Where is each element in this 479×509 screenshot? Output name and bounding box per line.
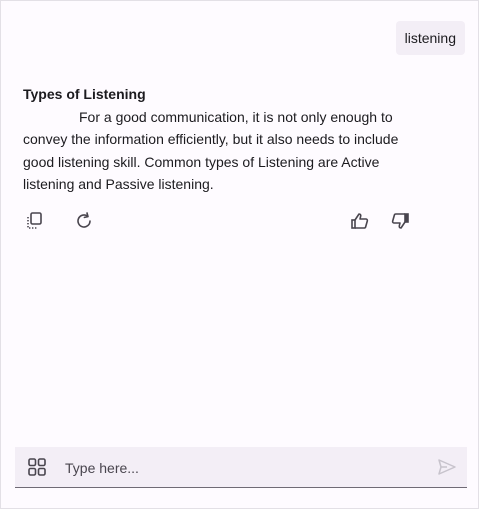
dislike-button[interactable] <box>389 210 411 232</box>
thumbs-up-icon <box>351 213 369 229</box>
menu-button[interactable] <box>26 456 48 478</box>
regenerate-button[interactable] <box>73 210 95 232</box>
grid-icon <box>28 458 46 476</box>
user-message-text: listening <box>404 30 456 46</box>
send-button[interactable] <box>436 456 458 478</box>
message-composer <box>15 447 467 488</box>
like-button[interactable] <box>349 210 371 232</box>
message-input[interactable] <box>63 455 427 481</box>
copy-button[interactable] <box>24 210 46 232</box>
response-body: For a good communication, it is not only… <box>23 108 399 193</box>
chat-window: listening Types of Listening For a good … <box>0 0 479 509</box>
assistant-response: Types of Listening For a good communicat… <box>23 83 423 196</box>
send-icon <box>438 459 456 475</box>
copy-icon <box>27 212 42 229</box>
user-message-bubble: listening <box>395 21 465 55</box>
regenerate-icon <box>77 212 91 228</box>
response-title: Types of Listening <box>23 86 146 102</box>
thumbs-down-icon <box>391 213 409 229</box>
